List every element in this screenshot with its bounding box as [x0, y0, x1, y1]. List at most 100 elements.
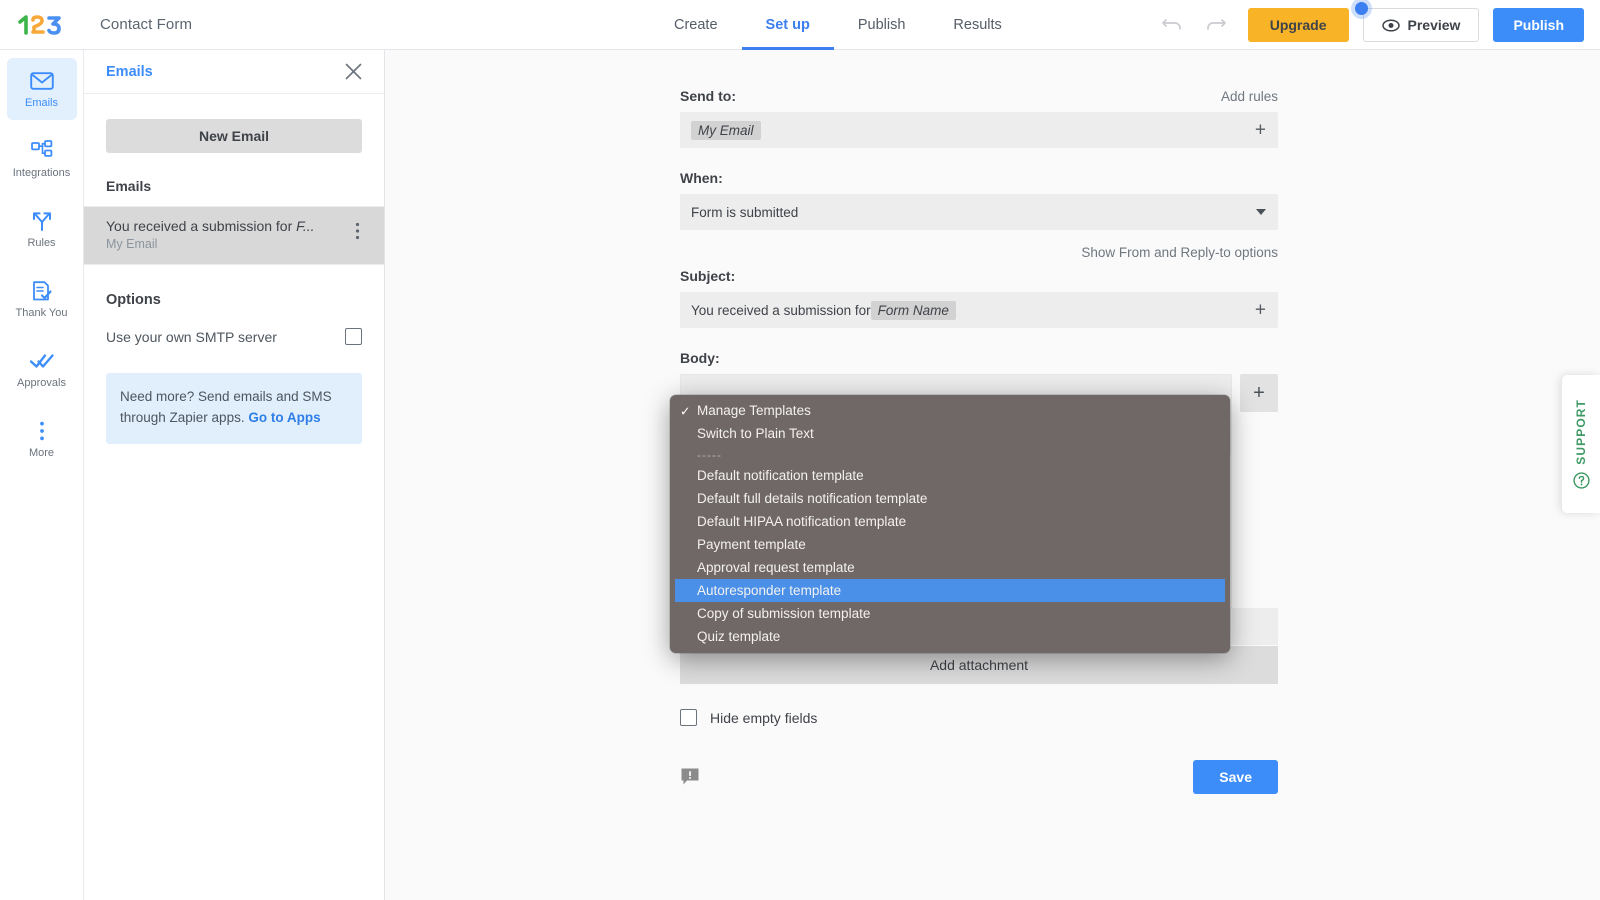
- subject-label: Subject:: [680, 268, 736, 284]
- tab-results[interactable]: Results: [929, 0, 1025, 50]
- feedback-bubble-icon[interactable]: [680, 767, 700, 787]
- undo-icon[interactable]: [1152, 0, 1194, 50]
- send-to-add-icon[interactable]: +: [1255, 121, 1266, 140]
- send-to-token: My Email: [691, 120, 761, 140]
- menu-separator: -----: [697, 447, 722, 462]
- when-label: When:: [680, 170, 723, 186]
- menu-item-manage-templates[interactable]: ✓ Manage Templates: [670, 399, 1230, 422]
- save-button[interactable]: Save: [1193, 760, 1278, 794]
- sidebar-item-approvals[interactable]: Approvals: [7, 338, 77, 400]
- tab-setup[interactable]: Set up: [741, 0, 835, 50]
- sidebar-item-rules[interactable]: Rules: [7, 198, 77, 260]
- preview-button[interactable]: Preview: [1362, 8, 1480, 42]
- eye-icon: [1381, 18, 1400, 32]
- menu-item-default-hipaa-notification-template[interactable]: Default HIPAA notification template: [670, 510, 1230, 533]
- panel-title: Emails: [106, 63, 153, 80]
- email-item-title-text: You received a submission for: [106, 218, 297, 234]
- emails-panel-header: Emails: [84, 50, 384, 94]
- branch-icon: [30, 209, 54, 233]
- send-to-header-row: Send to: Add rules: [680, 88, 1278, 112]
- menu-item-label: Copy of submission template: [697, 606, 871, 621]
- hide-empty-fields-checkbox[interactable]: [680, 709, 697, 726]
- sidebar-label-emails: Emails: [24, 97, 58, 109]
- sidebar-label-rules: Rules: [27, 237, 56, 249]
- show-from-reply-to-link[interactable]: Show From and Reply-to options: [1081, 245, 1278, 260]
- menu-item-switch-to-plain-text[interactable]: Switch to Plain Text: [670, 422, 1230, 445]
- hide-empty-fields-label: Hide empty fields: [710, 709, 818, 726]
- emails-section-label: Emails: [106, 178, 152, 194]
- top-bar-actions: Upgrade Preview Publish: [1152, 0, 1584, 50]
- menu-item-label: Default HIPAA notification template: [697, 514, 907, 529]
- menu-item-label: Default notification template: [697, 468, 864, 483]
- sidebar-item-integrations[interactable]: Integrations: [7, 128, 77, 190]
- when-select-value: Form is submitted: [691, 204, 799, 220]
- kebab-menu-icon[interactable]: [353, 218, 362, 244]
- emails-list: You received a submission for F... My Em…: [84, 206, 384, 265]
- menu-item-label: Approval request template: [697, 560, 855, 575]
- menu-item-label: Default full details notification templa…: [697, 491, 928, 506]
- upgrade-button[interactable]: Upgrade: [1247, 8, 1349, 42]
- sidebar-item-more[interactable]: More: [7, 408, 77, 470]
- body-add-icon[interactable]: +: [1240, 374, 1278, 412]
- sidebar-label-more: More: [28, 447, 55, 459]
- menu-item-label: Payment template: [697, 537, 806, 552]
- subject-input[interactable]: You received a submission for Form Name …: [680, 292, 1278, 328]
- tab-publish[interactable]: Publish: [834, 0, 930, 50]
- envelope-icon: [29, 69, 54, 93]
- sidebar-item-thank-you[interactable]: Thank You: [7, 268, 77, 330]
- app-logo-icon[interactable]: [18, 13, 68, 37]
- menu-item-label: Manage Templates: [697, 403, 811, 418]
- send-to-label: Send to:: [680, 88, 736, 104]
- list-item[interactable]: You received a submission for F... My Em…: [84, 207, 384, 264]
- when-select[interactable]: Form is submitted: [680, 194, 1278, 230]
- sidebar-label-integrations: Integrations: [12, 167, 71, 179]
- go-to-apps-link[interactable]: Go to Apps: [248, 410, 320, 425]
- menu-item-payment-template[interactable]: Payment template: [670, 533, 1230, 556]
- publish-button[interactable]: Publish: [1493, 8, 1584, 42]
- sidebar-label-approvals: Approvals: [17, 377, 66, 389]
- add-rules-link[interactable]: Add rules: [1221, 89, 1278, 104]
- menu-item-copy-of-submission-template[interactable]: Copy of submission template: [670, 602, 1230, 625]
- notification-dot: [1354, 2, 1368, 15]
- form-title: Contact Form: [100, 16, 193, 33]
- zapier-note: Need more? Send emails and SMS through Z…: [106, 373, 362, 444]
- emails-panel-body: New Email Emails You received a submissi…: [84, 94, 384, 444]
- template-dropdown-menu: ✓ Manage Templates Switch to Plain Text …: [670, 395, 1230, 653]
- top-bar: Contact Form Create Set up Publish Resul…: [0, 0, 1600, 50]
- support-tab[interactable]: SUPPORT: [1562, 375, 1600, 513]
- show-from-row: Show From and Reply-to options: [680, 244, 1278, 262]
- menu-item-default-full-details-notification-template[interactable]: Default full details notification templa…: [670, 487, 1230, 510]
- menu-item-quiz-template[interactable]: Quiz template: [670, 625, 1230, 648]
- menu-item-label: Quiz template: [697, 629, 781, 644]
- main-nav-tabs: Create Set up Publish Results: [650, 0, 1026, 50]
- redo-icon[interactable]: [1194, 0, 1236, 50]
- email-item-title: You received a submission for F...: [106, 218, 315, 234]
- preview-button-wrap: Preview: [1354, 2, 1480, 42]
- body-label: Body:: [680, 350, 720, 366]
- checkmark-icon: ✓: [680, 404, 691, 418]
- smtp-option-row: Use your own SMTP server: [106, 328, 362, 345]
- menu-item-default-notification-template[interactable]: Default notification template: [670, 464, 1230, 487]
- chevron-down-icon: [1256, 209, 1266, 215]
- document-check-icon: [31, 279, 53, 303]
- support-label: SUPPORT: [1574, 399, 1588, 465]
- menu-item-label: Switch to Plain Text: [697, 426, 814, 441]
- tab-create[interactable]: Create: [650, 0, 742, 50]
- double-check-icon: [29, 349, 55, 373]
- emails-panel: Emails New Email Emails You received a s…: [84, 50, 385, 900]
- close-icon[interactable]: [345, 63, 362, 80]
- form-footer: Save: [680, 760, 1278, 794]
- send-to-input[interactable]: My Email +: [680, 112, 1278, 148]
- subject-add-icon[interactable]: +: [1255, 301, 1266, 320]
- preview-label: Preview: [1407, 17, 1461, 33]
- menu-item-approval-request-template[interactable]: Approval request template: [670, 556, 1230, 579]
- question-circle-icon: [1572, 472, 1590, 489]
- new-email-button[interactable]: New Email: [106, 119, 362, 153]
- sidebar-item-emails[interactable]: Emails: [6, 58, 77, 120]
- smtp-checkbox[interactable]: [345, 328, 362, 345]
- ellipsis-vertical-icon: [38, 419, 46, 443]
- menu-item-autoresponder-template[interactable]: Autoresponder template: [675, 579, 1225, 602]
- email-item-title-token: F...: [296, 218, 315, 234]
